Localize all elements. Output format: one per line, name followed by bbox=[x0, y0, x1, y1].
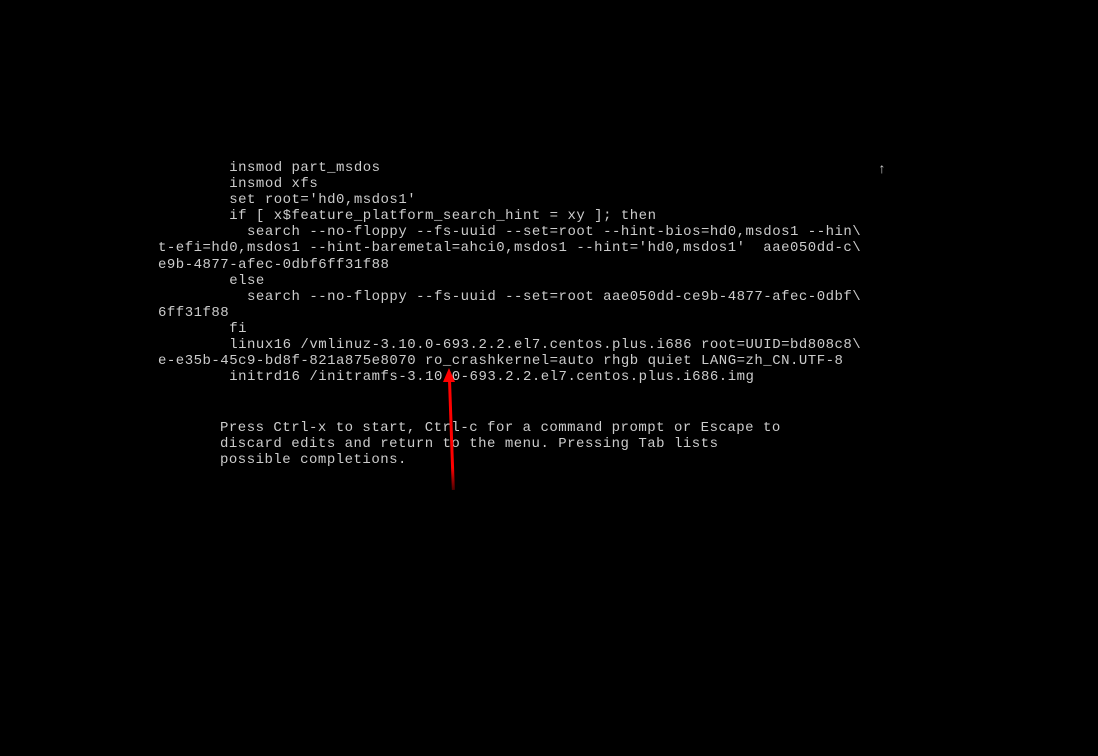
grub-editor-content[interactable]: insmod part_msdos insmod xfs set root='h… bbox=[158, 160, 861, 385]
grub-help-text: Press Ctrl-x to start, Ctrl-c for a comm… bbox=[220, 420, 781, 468]
scroll-up-indicator: ↑ bbox=[878, 162, 886, 178]
